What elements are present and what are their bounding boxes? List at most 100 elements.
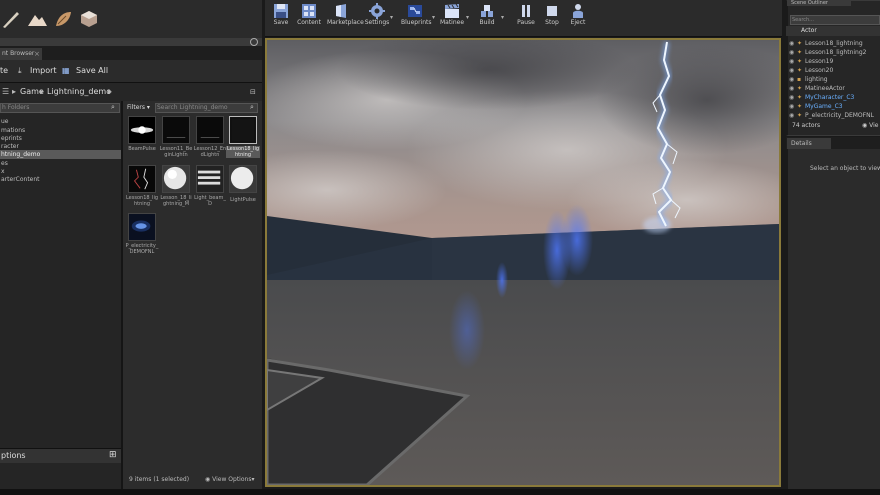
pause-button[interactable]: Pause (512, 2, 540, 34)
eye-icon[interactable]: ◉ (789, 49, 797, 57)
matinee-button[interactable]: Matinee (438, 2, 466, 34)
actor-icon: ✦ (797, 49, 803, 56)
chevron-down-icon[interactable]: ▾ (432, 14, 435, 21)
asset-label-selected: Lesson18_lightning (226, 146, 260, 158)
folder-item[interactable]: arterContent (0, 175, 121, 184)
eye-icon[interactable]: ◉ (789, 112, 797, 120)
asset-tile[interactable] (128, 116, 156, 144)
eye-icon[interactable]: ◉ (789, 103, 797, 111)
actor-name: P_electricity_DEMOFNL (805, 112, 874, 119)
close-icon[interactable]: × (34, 48, 40, 60)
add-collection-icon[interactable]: ⊞ (109, 450, 117, 461)
view-options-label: View Options (212, 476, 252, 483)
stripes-thumbnail-icon (197, 170, 221, 185)
eye-icon[interactable]: ◉ (789, 67, 797, 75)
actor-row[interactable]: ◉ ✦ Lesson20 (789, 67, 880, 75)
eye-icon[interactable]: ◉ (789, 40, 797, 48)
folder-item-selected[interactable]: htning_demo (0, 150, 121, 159)
blueprints-button[interactable]: Blueprints (401, 2, 432, 34)
actor-icon: ✦ (797, 103, 803, 110)
details-empty-message: Select an object to view de (810, 165, 880, 172)
eject-button[interactable]: Eject (564, 2, 592, 34)
sphere-thumbnail-icon (163, 166, 187, 190)
asset-tile-selected[interactable] (229, 116, 257, 144)
paint-mode-button[interactable] (26, 8, 48, 30)
pause-icon (522, 5, 530, 17)
actor-row[interactable]: ◉ ✦ Lesson18_lightning (789, 40, 880, 48)
chevron-down-icon[interactable]: ▾ (501, 14, 504, 21)
level-viewport[interactable] (265, 38, 781, 487)
content-button[interactable]: Content (295, 2, 323, 34)
save-label: Save (273, 19, 289, 26)
save-all-button[interactable]: Save All (76, 65, 108, 77)
stop-icon (547, 6, 557, 16)
asset-tile[interactable] (128, 165, 156, 193)
actor-icon: ✦ (797, 58, 803, 65)
chevron-right-icon: ▸ (40, 87, 45, 96)
actor-row[interactable]: ◉ ✦ MatineeActor (789, 85, 880, 93)
particle-thumbnail-icon (131, 220, 151, 232)
leaf-icon (56, 12, 71, 26)
eye-icon[interactable]: ◉ (789, 58, 797, 66)
settings-label: Settings (364, 19, 390, 26)
asset-tile[interactable] (162, 116, 190, 144)
actor-row[interactable]: ◉ ✦ MyCharacter_C3 (789, 94, 880, 102)
actor-row[interactable]: ◉ ✦ Lesson19 (789, 58, 880, 66)
beam-thumbnail-icon (130, 126, 154, 134)
lock-icon[interactable]: ⊟ (250, 86, 256, 98)
build-label: Build (479, 19, 495, 26)
asset-tile[interactable] (128, 213, 156, 241)
asset-tile[interactable] (229, 165, 257, 193)
chevron-right-icon: ▸ (108, 87, 113, 96)
actor-icon: ✦ (797, 94, 803, 101)
filters-button[interactable]: Filters ▾ (127, 103, 150, 112)
folder-item[interactable]: ue (0, 117, 121, 126)
actor-column-label[interactable]: Actor (801, 26, 817, 36)
actor-row[interactable]: ◉ ✦ MyGame_C3 (789, 103, 880, 111)
save-all-icon: ▦ (62, 66, 70, 75)
chevron-down-icon[interactable]: ▾ (390, 14, 393, 21)
chevron-down-icon[interactable]: ▾ (466, 14, 469, 21)
actor-row[interactable]: ◉ ✦ P_electricity_DEMOFNL (789, 112, 880, 120)
collections-bar[interactable]: ptions ⊞ (0, 448, 121, 463)
place-mode-button[interactable] (0, 8, 22, 30)
asset-label: LightPulse (230, 197, 256, 203)
geometry-mode-button[interactable] (78, 8, 100, 30)
add-new-button[interactable]: te (0, 65, 8, 77)
outliner-search-placeholder: Search... (792, 17, 814, 23)
breadcrumb-folder[interactable]: Lightning_demo (47, 86, 111, 98)
outliner-view-options[interactable]: ◉ Vie (862, 122, 879, 130)
details-tab[interactable]: Details (787, 138, 831, 149)
view-options-button[interactable]: ◉ View Options▾ (205, 476, 254, 484)
asset-tile[interactable] (196, 116, 224, 144)
details-panel (786, 137, 880, 489)
content-icon (302, 4, 316, 18)
asset-tile[interactable] (162, 165, 190, 193)
eye-icon[interactable]: ◉ (789, 94, 797, 102)
marketplace-label: Marketplace (327, 19, 364, 26)
marketplace-icon (336, 4, 346, 18)
eye-icon[interactable]: ◉ (789, 85, 797, 93)
save-button[interactable]: Save (267, 2, 295, 34)
foliage-mode-button[interactable] (52, 8, 74, 30)
actor-name: Lesson18_lightning2 (805, 49, 867, 56)
marketplace-button[interactable]: Marketplace (327, 2, 364, 34)
tree-toggle-icon[interactable]: ☰ (2, 86, 9, 98)
stop-button[interactable]: Stop (538, 2, 566, 34)
material-thumbnail-icon (231, 118, 255, 142)
asset-tile[interactable] (196, 165, 224, 193)
actor-row[interactable]: ◉ ▪ lighting (789, 76, 880, 84)
pause-label: Pause (517, 19, 535, 26)
content-label: Content (297, 19, 321, 26)
world-outliner-tab[interactable]: Scene Outliner (787, 0, 851, 6)
content-browser-toolbar: te ⤓ Import ▦ Save All (0, 60, 262, 82)
chevron-right-icon: ▸ (12, 87, 17, 96)
import-button[interactable]: Import (30, 65, 57, 77)
main-toolbar: Save Content Marketplace Settings ▾ Blue… (265, 0, 782, 37)
actor-row[interactable]: ◉ ✦ Lesson18_lightning2 (789, 49, 880, 57)
settings-button[interactable]: Settings (363, 2, 391, 34)
asset-label: Lesson12_EndLightn (193, 146, 227, 158)
eye-icon[interactable]: ◉ (789, 76, 797, 84)
build-button[interactable]: Build (473, 2, 501, 34)
save-icon (274, 4, 288, 18)
